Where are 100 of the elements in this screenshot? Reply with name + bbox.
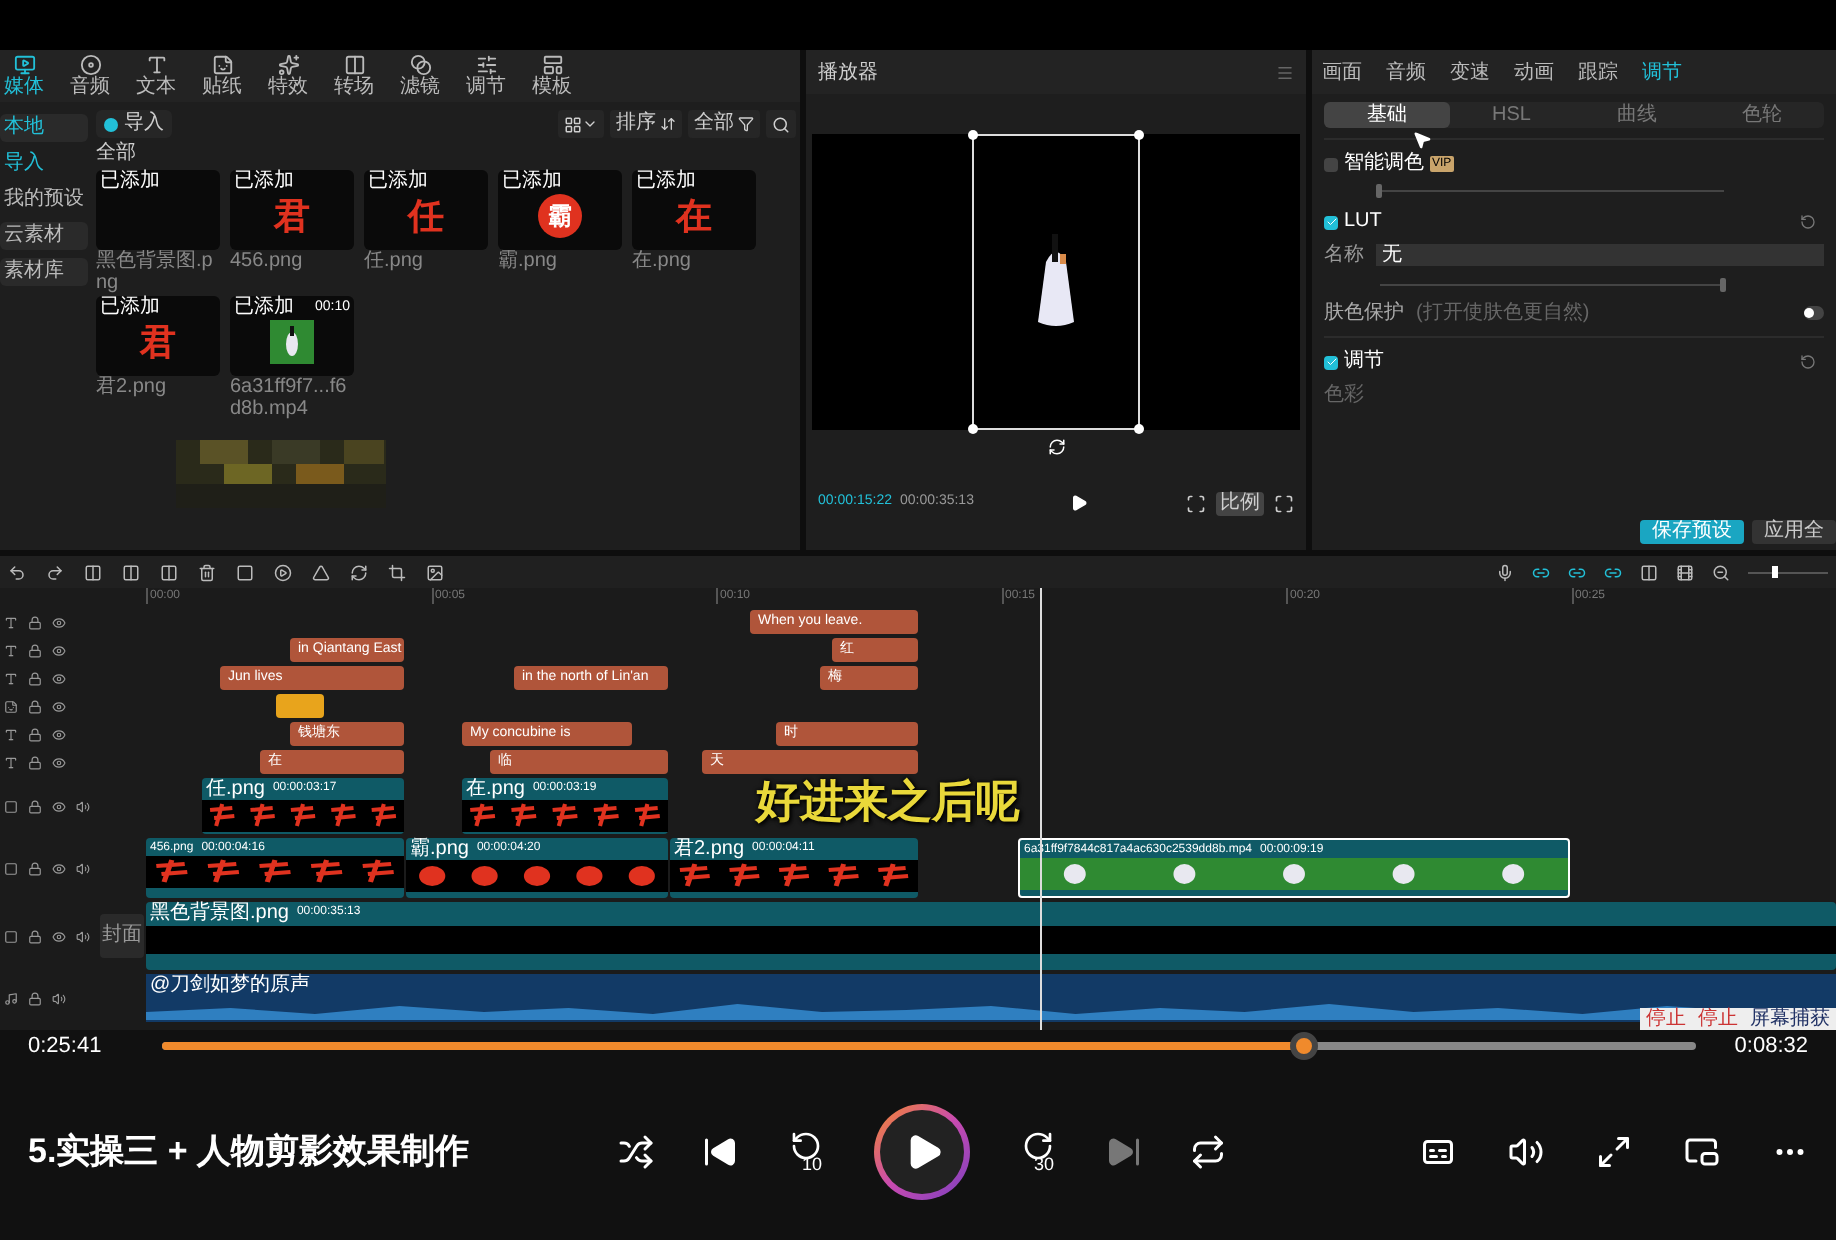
media-tab[interactable]: 滤镜	[400, 54, 440, 98]
resize-handle[interactable]	[968, 424, 978, 434]
media-tab[interactable]: 转场	[334, 54, 374, 98]
zoom-out-icon[interactable]	[1712, 563, 1730, 581]
mic-icon[interactable]	[1496, 563, 1514, 581]
slider-thumb[interactable]	[1376, 183, 1382, 197]
volume-icon[interactable]	[52, 991, 66, 1005]
sidebar-item[interactable]: 我的预设	[0, 186, 88, 214]
lock-icon[interactable]	[28, 671, 42, 685]
rotate-handle[interactable]	[1047, 438, 1065, 456]
toolbar-icon[interactable]	[198, 563, 216, 581]
media-tab[interactable]: 音频	[70, 54, 110, 98]
media-thumbnail[interactable]: 已添加 霸	[498, 170, 622, 250]
selection-frame[interactable]	[972, 134, 1140, 430]
eye-icon[interactable]	[52, 929, 66, 943]
resize-handle[interactable]	[1134, 130, 1144, 140]
eye-icon[interactable]	[52, 643, 66, 657]
sidebar-item[interactable]: 云素材	[0, 222, 88, 250]
lock-icon[interactable]	[28, 755, 42, 769]
filter-button[interactable]: 全部	[688, 110, 760, 138]
layout-menu-button[interactable]	[558, 110, 604, 138]
lock-icon[interactable]	[28, 799, 42, 813]
progress-thumb[interactable]	[1289, 1032, 1318, 1060]
link-icon[interactable]	[1604, 563, 1622, 581]
zoom-slider[interactable]	[1748, 566, 1828, 578]
fullscreen-icon[interactable]	[1274, 493, 1294, 513]
toggle-switch[interactable]	[1804, 306, 1824, 320]
eye-icon[interactable]	[52, 615, 66, 629]
reset-icon[interactable]	[1800, 354, 1816, 370]
eye-icon[interactable]	[52, 671, 66, 685]
toolbar-icon[interactable]	[160, 563, 178, 581]
media-tab[interactable]: 模板	[532, 54, 572, 98]
preview-icon[interactable]	[1676, 563, 1694, 581]
eye-icon[interactable]	[52, 861, 66, 875]
inspector-tab[interactable]: 跟踪	[1578, 57, 1618, 87]
split-icon[interactable]	[1640, 563, 1658, 581]
checkbox[interactable]	[1324, 157, 1338, 171]
lock-icon[interactable]	[28, 699, 42, 713]
lock-icon[interactable]	[28, 615, 42, 629]
inspector-tab[interactable]: 音频	[1386, 57, 1426, 87]
media-thumbnail[interactable]: 已添加 君	[96, 296, 220, 376]
media-tab[interactable]: 文本	[136, 54, 176, 98]
media-thumbnail[interactable]: 已添加 君	[230, 170, 354, 250]
lock-icon[interactable]	[28, 929, 42, 943]
rewind-button[interactable]: 10	[786, 1129, 826, 1173]
link-icon[interactable]	[1568, 563, 1586, 581]
toolbar-icon[interactable]	[46, 563, 64, 581]
resize-handle[interactable]	[968, 130, 978, 140]
preset-button[interactable]: 应用全	[1752, 520, 1836, 544]
sticker-clip[interactable]	[276, 694, 324, 718]
resize-handle[interactable]	[1134, 424, 1144, 434]
toolbar-icon[interactable]	[426, 563, 444, 581]
cover-button[interactable]: 封面	[100, 914, 144, 958]
media-tab[interactable]: 特效	[268, 54, 308, 98]
lock-icon[interactable]	[28, 991, 42, 1005]
sidebar-item[interactable]: 导入	[0, 150, 88, 178]
checkbox[interactable]	[1324, 355, 1338, 369]
toolbar-icon[interactable]	[236, 563, 254, 581]
repeat-icon[interactable]	[1190, 1133, 1226, 1169]
toolbar-icon[interactable]	[274, 563, 292, 581]
toolbar-icon[interactable]	[122, 563, 140, 581]
sidebar-item[interactable]: 素材库	[0, 258, 88, 286]
eye-icon[interactable]	[52, 799, 66, 813]
eye-icon[interactable]	[52, 755, 66, 769]
mini-player-icon[interactable]	[1684, 1133, 1720, 1169]
menu-icon[interactable]	[1276, 63, 1294, 81]
media-thumbnail[interactable]: 已添加	[96, 170, 220, 250]
toolbar-icon[interactable]	[8, 563, 26, 581]
toolbar-icon[interactable]	[350, 563, 368, 581]
lock-icon[interactable]	[28, 643, 42, 657]
eye-icon[interactable]	[52, 727, 66, 741]
inspector-tab[interactable]: 动画	[1514, 57, 1554, 87]
lut-dropdown[interactable]: 无	[1376, 244, 1824, 266]
play-button[interactable]	[874, 1103, 970, 1199]
play-icon[interactable]	[1070, 494, 1089, 512]
media-tab[interactable]: 媒体	[4, 54, 44, 98]
media-tab[interactable]: 贴纸	[202, 54, 242, 98]
fit-icon[interactable]	[1186, 493, 1206, 513]
volume-icon[interactable]	[1508, 1133, 1544, 1169]
intensity-slider[interactable]	[1380, 276, 1724, 292]
slider-thumb[interactable]	[1720, 277, 1726, 291]
ratio-button[interactable]: 比例	[1216, 491, 1264, 515]
sidebar-item[interactable]: 本地	[0, 114, 88, 142]
inspector-tab[interactable]: 变速	[1450, 57, 1490, 87]
inspector-tab[interactable]: 调节	[1642, 57, 1682, 87]
search-button[interactable]	[766, 110, 796, 138]
media-thumbnail[interactable]: 已添加 在	[632, 170, 756, 250]
media-thumbnail[interactable]: 已添加 任	[364, 170, 488, 250]
sub-tab[interactable]: 基础	[1324, 102, 1449, 128]
lock-icon[interactable]	[28, 861, 42, 875]
toolbar-icon[interactable]	[388, 563, 406, 581]
sort-button[interactable]: 排序	[610, 110, 682, 138]
slider-thumb[interactable]	[1772, 566, 1778, 578]
fullscreen-icon[interactable]	[1596, 1133, 1632, 1169]
checkbox[interactable]	[1324, 215, 1338, 229]
shuffle-icon[interactable]	[618, 1133, 654, 1169]
volume-icon[interactable]	[76, 799, 90, 813]
inspector-tab[interactable]: 画面	[1322, 57, 1362, 87]
import-button[interactable]: 导入	[96, 110, 172, 138]
media-tab[interactable]: 调节	[466, 54, 506, 98]
